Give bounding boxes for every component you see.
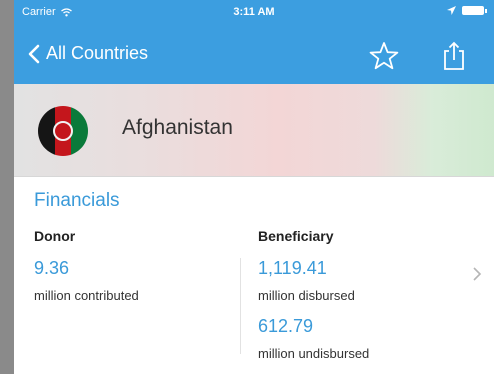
country-name: Afghanistan bbox=[122, 116, 233, 139]
donor-value: 9.36 bbox=[34, 258, 70, 278]
disbursed-value: 1,119.41 bbox=[258, 258, 327, 278]
donor-header: Donor bbox=[34, 228, 76, 244]
country-header: Afghanistan bbox=[14, 84, 494, 176]
undisbursed-caption: million undisbursed bbox=[258, 346, 370, 361]
back-label: All Countries bbox=[46, 43, 149, 63]
section-divider bbox=[14, 176, 494, 177]
column-separator bbox=[240, 258, 241, 354]
afghanistan-flag-icon bbox=[38, 106, 88, 156]
beneficiary-header: Beneficiary bbox=[258, 228, 334, 244]
back-button[interactable]: All Countries bbox=[28, 43, 148, 64]
undisbursed-value: 612.79 bbox=[258, 316, 314, 336]
share-icon[interactable] bbox=[438, 40, 470, 72]
app-screen: Carrier 3:11 AM All Countries Afghanista… bbox=[14, 0, 494, 374]
disbursed-caption: million disbursed bbox=[258, 288, 355, 303]
donor-caption: million contributed bbox=[34, 288, 139, 303]
battery-icon bbox=[462, 6, 487, 15]
status-time: 3:11 AM bbox=[233, 6, 275, 18]
status-bar: Carrier 3:11 AM bbox=[14, 0, 494, 28]
financials-title: Financials bbox=[34, 190, 120, 211]
location-arrow-icon bbox=[447, 6, 456, 15]
star-icon[interactable] bbox=[368, 40, 400, 72]
chevron-right-icon[interactable] bbox=[472, 266, 482, 282]
navigation-bar: All Countries bbox=[14, 28, 494, 84]
chevron-left-icon bbox=[28, 44, 40, 63]
status-right bbox=[447, 6, 487, 15]
